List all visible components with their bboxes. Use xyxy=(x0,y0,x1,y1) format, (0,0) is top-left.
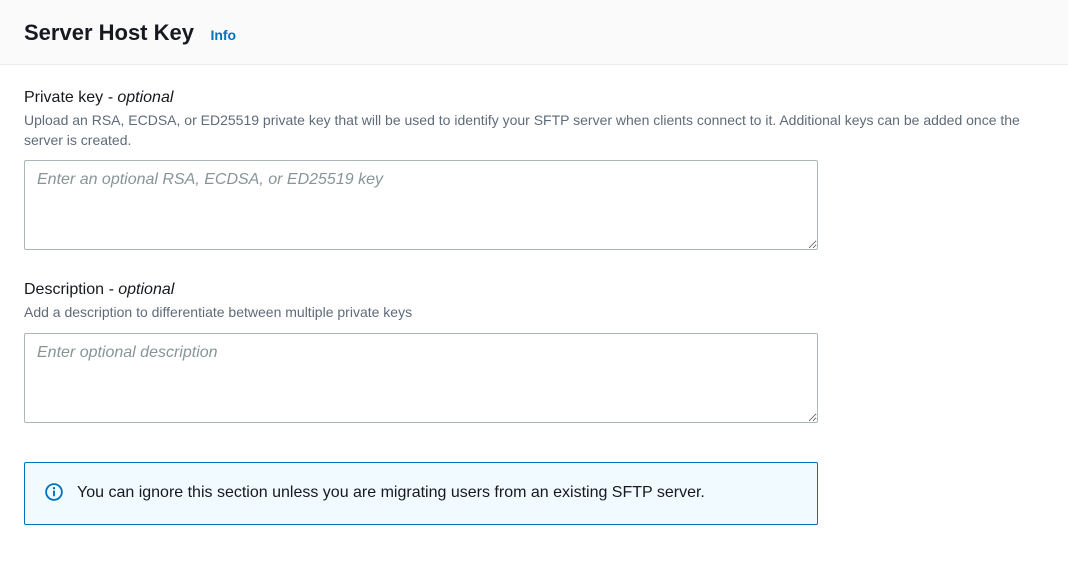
info-link[interactable]: Info xyxy=(210,27,236,43)
description-optional: - optional xyxy=(104,281,174,298)
description-field: Description - optional Add a description… xyxy=(24,281,1044,428)
private-key-label-text: Private key xyxy=(24,89,103,106)
section-content: Private key - optional Upload an RSA, EC… xyxy=(0,65,1068,549)
description-input[interactable] xyxy=(24,333,818,423)
section-header: Server Host Key Info xyxy=(0,0,1068,65)
info-alert-text: You can ignore this section unless you a… xyxy=(77,481,705,506)
private-key-optional: - optional xyxy=(103,89,173,106)
section-title: Server Host Key xyxy=(24,20,194,45)
private-key-field: Private key - optional Upload an RSA, EC… xyxy=(24,89,1044,255)
description-label: Description - optional xyxy=(24,281,1044,299)
description-label-text: Description xyxy=(24,281,104,298)
description-help: Add a description to differentiate betwe… xyxy=(24,303,1044,323)
info-icon xyxy=(45,483,63,501)
private-key-label: Private key - optional xyxy=(24,89,1044,107)
private-key-input[interactable] xyxy=(24,160,818,250)
private-key-help: Upload an RSA, ECDSA, or ED25519 private… xyxy=(24,111,1044,150)
info-alert: You can ignore this section unless you a… xyxy=(24,462,818,525)
